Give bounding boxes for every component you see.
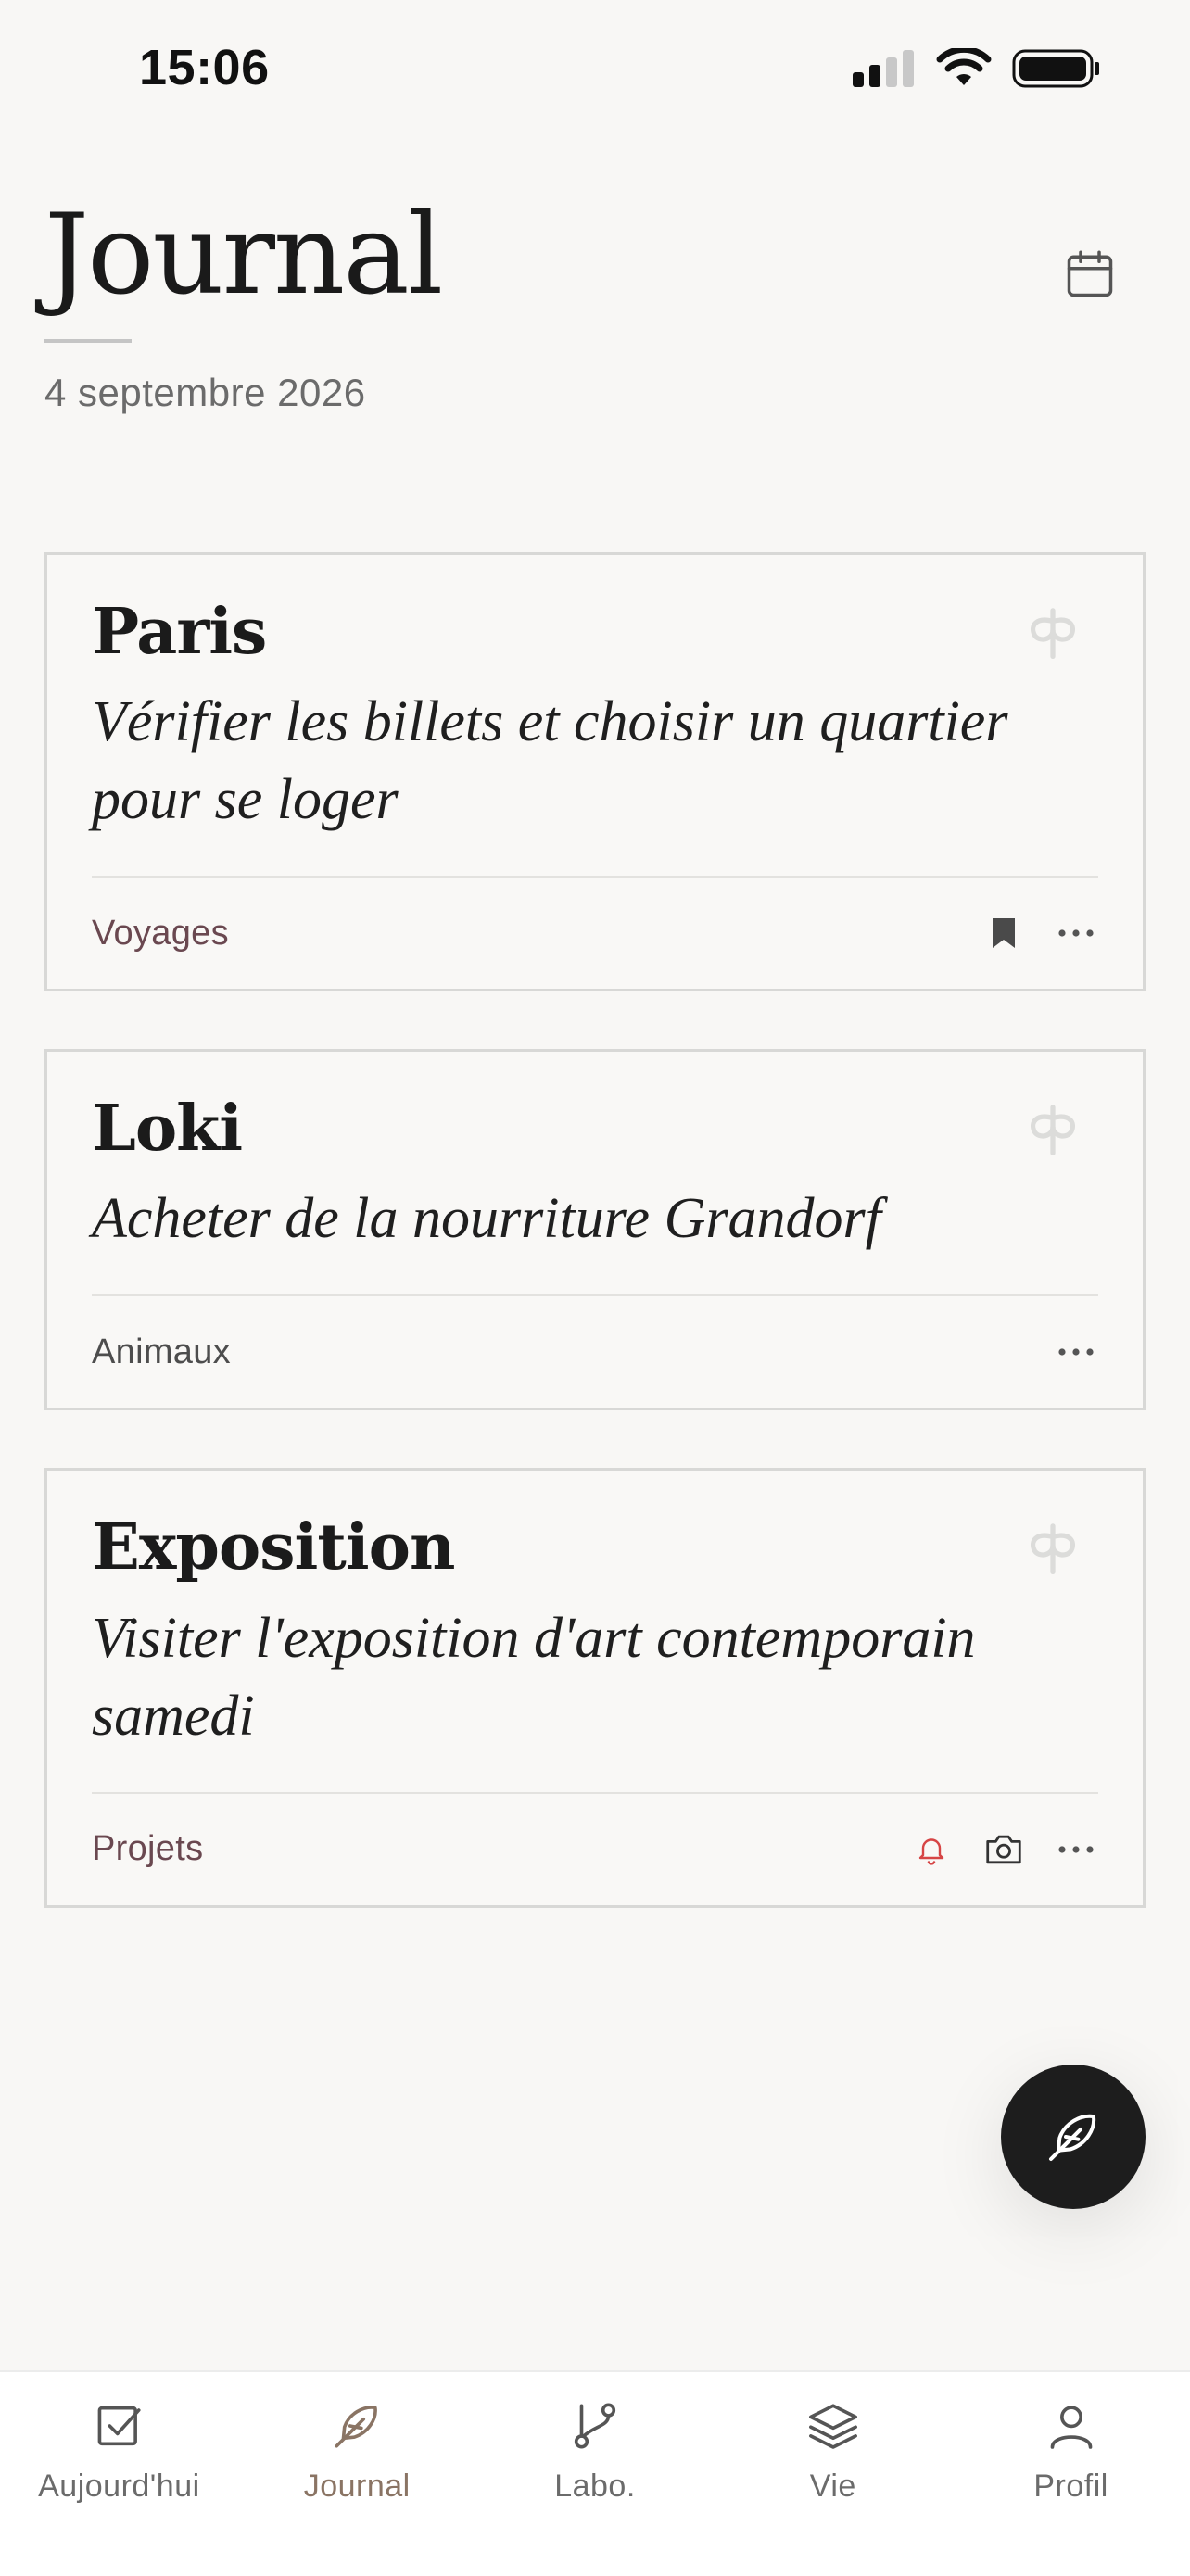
tab-today[interactable]: Aujourd'hui <box>0 2372 238 2576</box>
entry-tag[interactable]: Projets <box>92 1829 203 1869</box>
title-underline <box>44 339 132 343</box>
reminder-button[interactable] <box>909 1827 954 1872</box>
journal-entry-card[interactable]: Loki Acheter de la nourriture Grandorf A… <box>44 1049 1146 1411</box>
tab-journal[interactable]: Journal <box>238 2372 476 2576</box>
entry-actions <box>1054 1330 1098 1374</box>
journal-entry-card[interactable]: Exposition Visiter l'exposition d'art co… <box>44 1468 1146 1908</box>
tab-bar: Aujourd'hui Journal Labo. Vie Profil <box>0 2370 1190 2576</box>
calendar-button[interactable] <box>1053 237 1127 311</box>
bell-icon <box>918 1837 944 1865</box>
bookmark-icon <box>993 918 1015 949</box>
ornament-icon <box>1031 608 1075 660</box>
wifi-icon <box>936 48 992 85</box>
tab-label: Labo. <box>554 2469 636 2504</box>
entry-title: Loki <box>92 1092 243 1167</box>
git-branch-icon <box>574 2403 616 2449</box>
card-footer: Projets <box>92 1794 1098 1905</box>
entry-actions <box>909 1827 1098 1872</box>
entry-tag[interactable]: Animaux <box>92 1332 231 1372</box>
tab-label: Vie <box>809 2469 856 2504</box>
status-icons <box>853 48 1101 89</box>
page-date: 4 septembre 2026 <box>44 371 366 414</box>
card-footer: Voyages <box>92 878 1098 989</box>
more-button[interactable] <box>1054 1330 1098 1374</box>
ornament-icon <box>1031 1523 1075 1575</box>
ornament-icon <box>1031 1105 1075 1156</box>
entry-title: Paris <box>92 595 267 669</box>
entry-tag[interactable]: Voyages <box>92 914 229 953</box>
journal-entries: Paris Vérifier les billets et choisir un… <box>44 552 1146 1965</box>
entry-body: Acheter de la nourriture Grandorf <box>92 1187 881 1251</box>
tab-label: Journal <box>303 2469 411 2504</box>
entry-title: Exposition <box>92 1510 455 1585</box>
status-bar: 15:06 <box>0 0 1190 139</box>
new-entry-button[interactable] <box>1001 2065 1146 2209</box>
tab-label: Profil <box>1033 2469 1108 2504</box>
entry-body: Visiter l'exposition d'art contemporain … <box>92 1606 976 1748</box>
checkbox-icon <box>98 2406 141 2446</box>
more-icon <box>1058 1348 1094 1356</box>
status-time: 15:06 <box>139 40 270 95</box>
page-title: Journal <box>44 191 443 320</box>
user-icon <box>1050 2406 1092 2449</box>
layers-icon <box>808 2404 857 2449</box>
photo-button[interactable] <box>981 1827 1026 1872</box>
tab-life[interactable]: Vie <box>714 2372 952 2576</box>
more-icon <box>1058 1845 1094 1853</box>
tab-profile[interactable]: Profil <box>952 2372 1190 2576</box>
more-button[interactable] <box>1054 1827 1098 1872</box>
more-icon <box>1058 929 1094 937</box>
calendar-icon <box>1067 250 1113 297</box>
feather-icon <box>335 2406 378 2448</box>
camera-icon <box>986 1835 1021 1863</box>
page-header: Journal 4 septembre 2026 <box>44 185 1146 426</box>
cellular-signal-icon <box>853 50 914 87</box>
feather-pen-icon <box>1049 2114 1096 2161</box>
tab-label: Aujourd'hui <box>38 2469 200 2504</box>
battery-icon <box>1012 49 1099 88</box>
entry-body: Vérifier les billets et choisir un quart… <box>92 690 1008 832</box>
card-footer: Animaux <box>92 1296 1098 1408</box>
tab-lab[interactable]: Labo. <box>476 2372 715 2576</box>
entry-actions <box>981 911 1098 955</box>
more-button[interactable] <box>1054 911 1098 955</box>
bookmark-button[interactable] <box>981 911 1026 955</box>
journal-entry-card[interactable]: Paris Vérifier les billets et choisir un… <box>44 552 1146 992</box>
